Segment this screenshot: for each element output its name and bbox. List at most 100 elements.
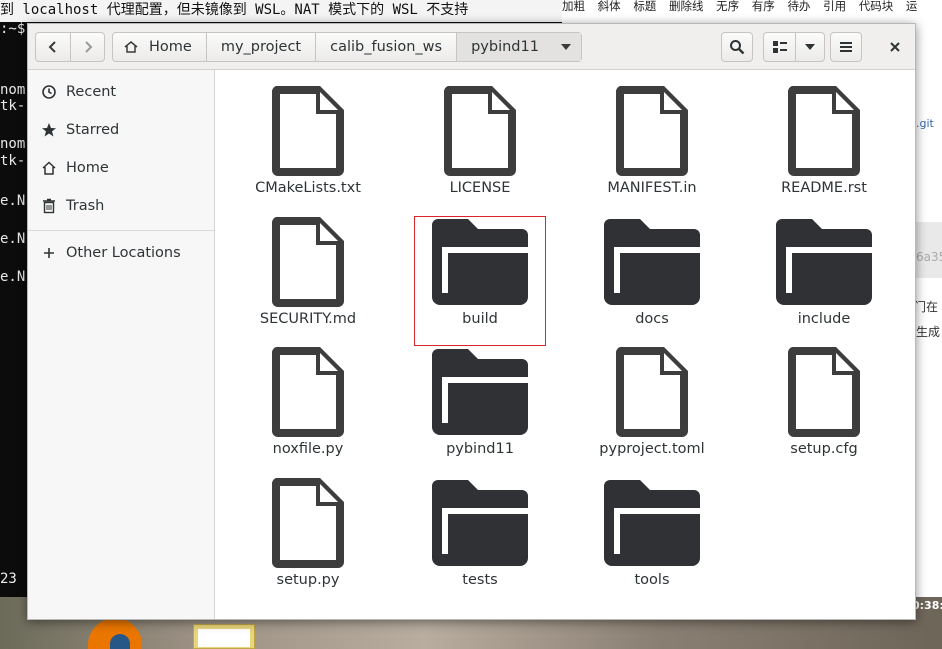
nav-buttons (35, 32, 105, 62)
file-item[interactable]: LICENSE (415, 86, 545, 214)
file-name-label: setup.py (276, 572, 340, 588)
file-name-label: setup.cfg (790, 441, 858, 457)
editor-tool-quote[interactable]: 引用 (823, 0, 846, 13)
editor-tool-codeblock[interactable]: 代码块 (859, 0, 894, 13)
file-icon (444, 86, 516, 176)
editor-tool-heading[interactable]: 标题 (633, 0, 656, 13)
editor-snippet: 6a35 (916, 250, 942, 264)
sidebar-item-starred[interactable]: Starred (28, 111, 214, 149)
sidebar-item-home[interactable]: Home (28, 149, 214, 187)
breadcrumb-label: pybind11 (471, 39, 539, 55)
file-name-label: LICENSE (449, 180, 511, 196)
breadcrumb-pybind11[interactable]: pybind11 (457, 33, 581, 61)
folder-icon (432, 219, 528, 305)
view-dropdown-button[interactable] (796, 33, 824, 61)
header-bar: Home my_project calib_fusion_ws pybind11 (28, 24, 915, 70)
file-item[interactable]: CMakeLists.txt (243, 86, 373, 214)
menu-button[interactable] (830, 32, 862, 62)
home-icon (124, 41, 138, 53)
folder-icon (604, 219, 700, 305)
chevron-right-icon (84, 41, 92, 53)
file-name-label: SECURITY.md (259, 311, 357, 327)
file-item[interactable]: setup.cfg (759, 347, 889, 475)
blender-icon-core (110, 634, 130, 649)
file-item[interactable]: pyproject.toml (587, 347, 717, 475)
file-name-label: noxfile.py (272, 441, 344, 457)
terminal-line: nom (0, 82, 26, 98)
terminal-line: e.N (0, 193, 26, 209)
editor-tool-unordered[interactable]: 无序 (716, 0, 739, 13)
editor-snippet: .git (916, 117, 934, 130)
close-icon (890, 42, 900, 52)
editor-tool-strike[interactable]: 删除线 (669, 0, 704, 13)
clock: 0:38: (912, 599, 942, 612)
search-icon (730, 40, 745, 55)
dropdown-arrow-icon (560, 44, 571, 50)
star-icon (42, 123, 56, 137)
folder-item[interactable]: tests (415, 478, 545, 606)
folder-item[interactable]: docs (587, 217, 717, 345)
sidebar-item-trash[interactable]: Trash (28, 187, 214, 225)
editor-tool-ordered[interactable]: 有序 (752, 0, 775, 13)
file-name-label: build (462, 311, 498, 327)
file-item[interactable]: README.rst (759, 86, 889, 214)
editor-tool-bold[interactable]: 加粗 (562, 0, 585, 13)
plus-icon (44, 248, 54, 258)
sidebar-divider (28, 230, 214, 231)
clock-icon (42, 85, 56, 99)
file-item[interactable]: MANIFEST.in (587, 86, 717, 214)
sidebar-item-recent[interactable]: Recent (28, 73, 214, 111)
terminal-top-text: 到 localhost 代理配置，但未镜像到 WSL。NAT 模式下的 WSL … (0, 0, 562, 22)
view-mode-button[interactable] (764, 33, 796, 61)
folder-item[interactable]: pybind11 (415, 347, 545, 475)
breadcrumb-my-project[interactable]: my_project (207, 33, 317, 61)
close-button[interactable] (880, 32, 910, 62)
home-icon (42, 161, 56, 175)
trash-icon (43, 198, 55, 214)
editor-tool-more[interactable]: 运 (906, 0, 918, 13)
chevron-left-icon (48, 41, 56, 53)
editor-tool-todo[interactable]: 待办 (787, 0, 810, 13)
hamburger-icon (840, 42, 852, 52)
folder-item[interactable]: tools (587, 478, 717, 606)
sidebar-item-label: Recent (66, 84, 117, 100)
terminal-line: tk- (0, 98, 26, 114)
folder-item[interactable]: build (414, 216, 546, 346)
file-icon (788, 86, 860, 176)
terminal-line: nom (0, 136, 26, 152)
terminal-line: tk- (0, 153, 26, 169)
breadcrumb-calib-fusion-ws[interactable]: calib_fusion_ws (316, 33, 458, 61)
breadcrumb: Home my_project calib_fusion_ws pybind11 (112, 32, 582, 62)
chevron-down-icon (805, 44, 815, 50)
sidebar-item-label: Home (66, 160, 109, 176)
file-name-label: tools (634, 572, 670, 588)
file-icon (272, 478, 344, 568)
forward-button[interactable] (70, 33, 104, 61)
file-name-label: README.rst (781, 180, 867, 196)
sidebar-item-other-locations[interactable]: Other Locations (28, 234, 214, 272)
editor-tool-italic[interactable]: 斜体 (598, 0, 621, 13)
file-name-label: CMakeLists.txt (255, 180, 361, 196)
back-button[interactable] (36, 33, 70, 61)
search-button[interactable] (721, 32, 753, 62)
folder-icon (604, 480, 700, 566)
terminal-prompt: :~$ (0, 21, 26, 37)
file-grid: CMakeLists.txt LICENSE MANIFEST.in README.r… (216, 70, 915, 619)
file-icon (272, 217, 344, 307)
folder-item[interactable]: include (759, 217, 889, 345)
terminal-line: e.N (0, 269, 26, 285)
view-options-group (763, 32, 825, 62)
sidebar: Recent Starred Home Trash Other Location… (28, 70, 215, 619)
file-icon (788, 347, 860, 437)
file-name-label: pyproject.toml (599, 441, 705, 457)
file-icon (272, 347, 344, 437)
list-view-icon (772, 41, 787, 53)
file-icon (616, 347, 688, 437)
terminal-line: e.N (0, 231, 26, 247)
file-name-label: tests (462, 572, 498, 588)
window-thumbnail[interactable] (193, 624, 255, 649)
file-item[interactable]: setup.py (243, 478, 373, 606)
file-item[interactable]: SECURITY.md (243, 217, 373, 345)
breadcrumb-home[interactable]: Home (113, 33, 207, 61)
file-item[interactable]: noxfile.py (243, 347, 373, 475)
